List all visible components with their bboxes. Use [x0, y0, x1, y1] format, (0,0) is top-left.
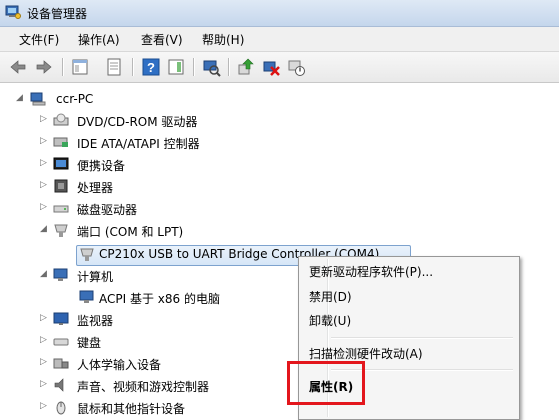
tree-item-label: 监视器	[77, 314, 114, 328]
toolbar-separator	[228, 58, 230, 76]
expand-arrow-icon[interactable]: ▷	[40, 136, 48, 146]
toolbar-separator	[132, 58, 134, 76]
menu-bar: 文件(F) 操作(A) 查看(V) 帮助(H)	[0, 27, 559, 52]
computer-icon	[53, 268, 68, 281]
scan-hardware-icon[interactable]	[201, 57, 221, 77]
uninstall-icon[interactable]	[261, 57, 281, 77]
tree-root-label: ccr-PC	[56, 92, 94, 106]
toolbar-separator	[62, 58, 64, 76]
expand-arrow-icon[interactable]: ▷	[40, 114, 48, 124]
disk-drive-icon	[53, 205, 69, 213]
tree-item-label: IDE ATA/ATAPI 控制器	[77, 137, 200, 151]
expand-arrow-icon[interactable]: ▷	[40, 357, 48, 367]
computer-icon	[30, 92, 46, 106]
ide-controller-icon	[53, 137, 68, 147]
title-bar: 设备管理器	[0, 0, 559, 27]
expand-arrow-icon[interactable]: ▷	[40, 335, 48, 345]
hid-icon	[53, 358, 69, 369]
menu-separator	[331, 369, 513, 371]
tree-item-label: 鼠标和其他指针设备	[77, 402, 186, 416]
tree-item-label: 计算机	[77, 270, 114, 284]
context-menu: 更新驱动程序软件(P)... 禁用(D) 卸载(U) 扫描检测硬件改动(A) 属…	[298, 256, 520, 420]
tree-item-label: 端口 (COM 和 LPT)	[77, 225, 184, 239]
menu-file[interactable]: 文件(F)	[19, 31, 59, 48]
action-pane-icon[interactable]	[166, 57, 186, 77]
tree-item-label: ACPI 基于 x86 的电脑	[99, 292, 220, 306]
svg-text:?: ?	[147, 60, 155, 75]
keyboard-icon	[53, 338, 69, 346]
tree-item-label: 声音、视频和游戏控制器	[77, 380, 210, 394]
menu-help[interactable]: 帮助(H)	[202, 31, 244, 48]
collapse-arrow-icon[interactable]: ◢	[40, 269, 48, 279]
tree-item-label: 磁盘驱动器	[77, 203, 138, 217]
collapse-arrow-icon[interactable]: ◢	[16, 93, 24, 103]
help-icon[interactable]: ?	[141, 57, 161, 77]
expand-arrow-icon[interactable]: ▷	[40, 313, 48, 323]
collapse-arrow-icon[interactable]: ◢	[40, 224, 48, 234]
monitor-icon	[53, 312, 69, 325]
menu-item-properties[interactable]: 属性(R)	[309, 378, 353, 395]
menu-action[interactable]: 操作(A)	[78, 31, 120, 48]
menu-item-uninstall[interactable]: 卸载(U)	[309, 312, 351, 329]
menu-item-disable[interactable]: 禁用(D)	[309, 288, 352, 305]
port-icon	[80, 248, 94, 261]
menu-item-scan-hardware[interactable]: 扫描检测硬件改动(A)	[309, 345, 423, 362]
expand-arrow-icon[interactable]: ▷	[40, 379, 48, 389]
device-manager-icon	[5, 5, 21, 19]
tree-item-label: 便携设备	[77, 159, 126, 173]
menu-item-update-driver[interactable]: 更新驱动程序软件(P)...	[309, 263, 433, 280]
toolbar-separator	[193, 58, 195, 76]
processor-icon	[54, 179, 68, 193]
menu-separator	[331, 337, 513, 339]
expand-arrow-icon[interactable]: ▷	[40, 158, 48, 168]
expand-arrow-icon[interactable]: ▷	[40, 180, 48, 190]
speaker-icon	[54, 378, 64, 392]
expand-arrow-icon[interactable]: ▷	[40, 202, 48, 212]
menu-view[interactable]: 查看(V)	[141, 31, 183, 48]
update-driver-icon[interactable]	[236, 57, 256, 77]
properties-icon[interactable]	[104, 57, 124, 77]
disable-icon[interactable]	[286, 57, 306, 77]
port-icon	[54, 224, 68, 237]
back-icon[interactable]	[8, 57, 28, 77]
dvd-drive-icon	[53, 113, 69, 126]
window-title: 设备管理器	[27, 7, 88, 21]
tree-item-label: 键盘	[77, 336, 102, 350]
tree-item-label: 处理器	[77, 181, 114, 195]
expand-arrow-icon[interactable]: ▷	[40, 401, 48, 411]
forward-icon[interactable]	[34, 57, 54, 77]
tree-item-label: 人体学输入设备	[77, 358, 162, 372]
computer-icon	[79, 290, 94, 303]
toolbar: ?	[0, 52, 559, 83]
mouse-icon	[56, 401, 66, 415]
portable-device-icon	[53, 157, 69, 170]
tree-item-label: DVD/CD-ROM 驱动器	[77, 115, 198, 129]
console-tree-icon[interactable]	[70, 57, 90, 77]
